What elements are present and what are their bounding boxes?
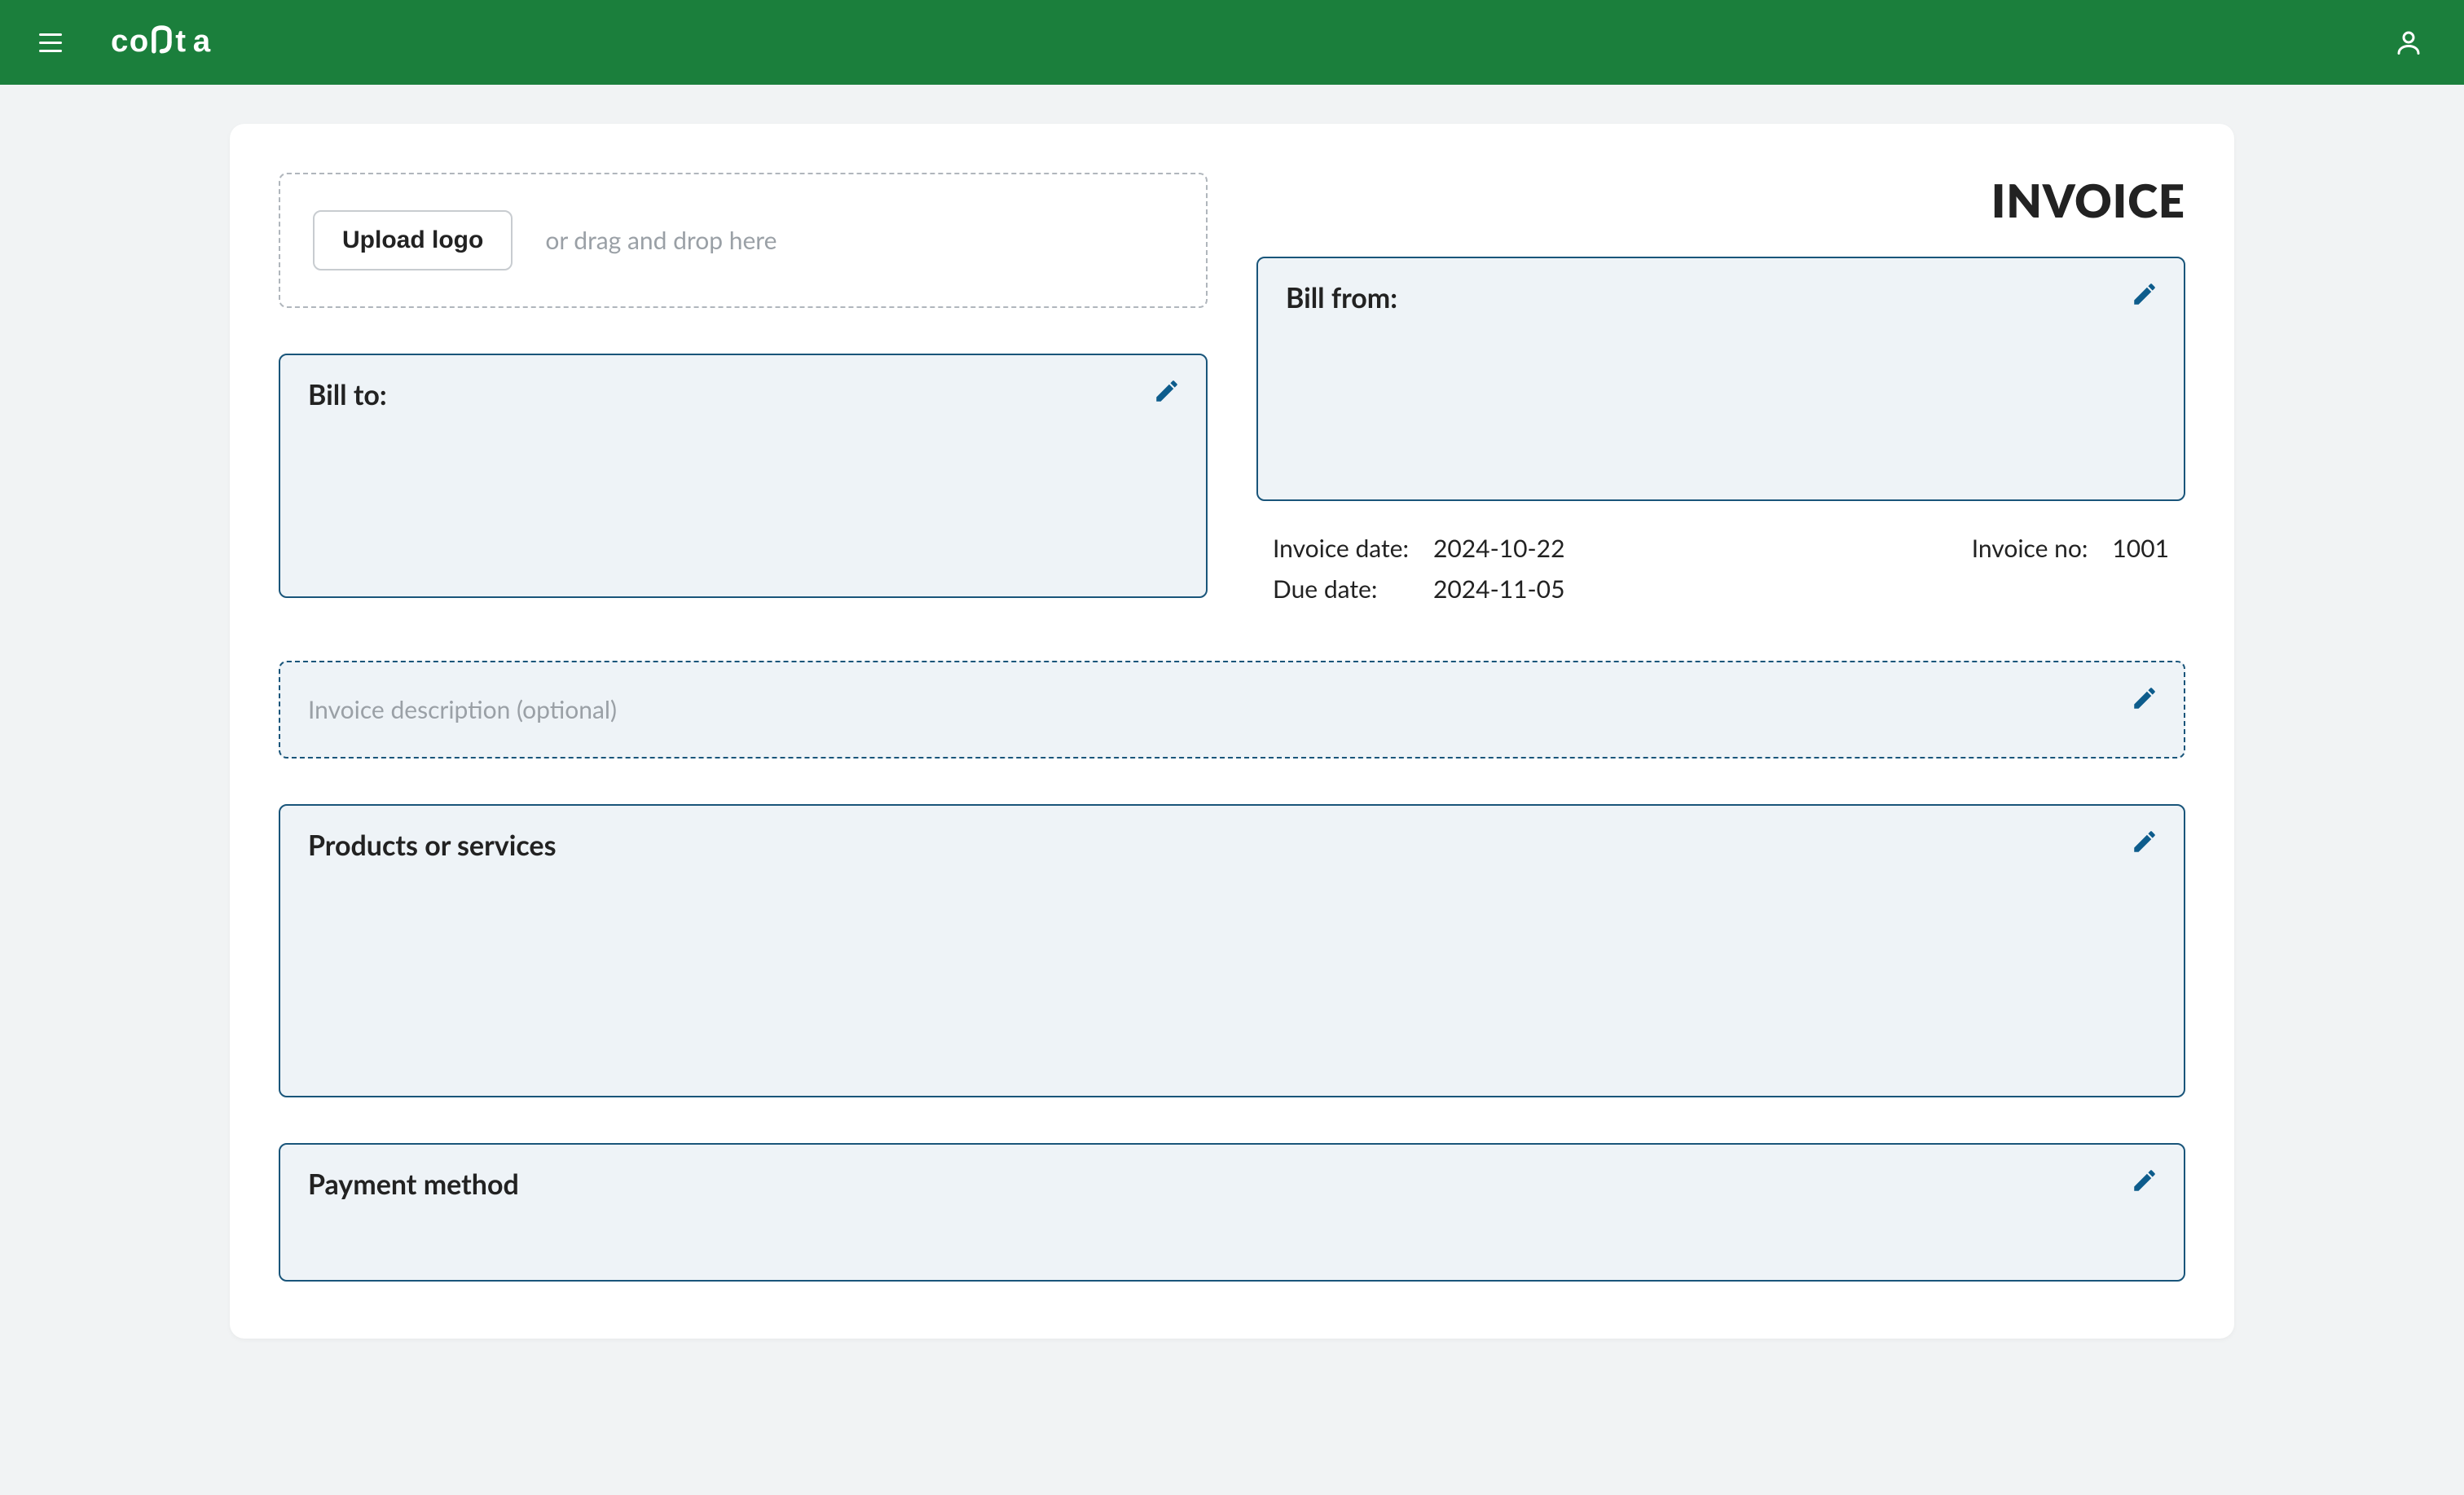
pencil-icon[interactable] <box>1151 375 1183 407</box>
due-date-label: Due date: <box>1273 574 1409 604</box>
pencil-icon[interactable] <box>2128 1164 2161 1197</box>
due-date-value: 2024-11-05 <box>1433 574 1565 604</box>
brand-logo: c o t a <box>111 23 257 62</box>
invoice-description-placeholder: Invoice description (optional) <box>308 695 617 724</box>
invoice-date-label: Invoice date: <box>1273 534 1409 563</box>
logo-upload-dropzone[interactable]: Upload logo or drag and drop here <box>279 173 1208 308</box>
upload-logo-button[interactable]: Upload logo <box>313 210 513 270</box>
bill-to-label: Bill to: <box>308 378 1178 411</box>
payment-method-panel[interactable]: Payment method <box>279 1143 2185 1282</box>
invoice-heading: INVOICE <box>1256 173 2185 227</box>
svg-text:t: t <box>175 24 186 59</box>
invoice-card: Upload logo or drag and drop here Bill t… <box>230 124 2234 1339</box>
invoice-meta: Invoice date: 2024-10-22 Due date: 2024-… <box>1256 534 2185 604</box>
brand-text: c <box>111 24 128 59</box>
user-icon[interactable] <box>2392 26 2425 59</box>
bill-from-panel[interactable]: Bill from: <box>1256 257 2185 501</box>
products-panel[interactable]: Products or services <box>279 804 2185 1097</box>
upload-hint-text: or drag and drop here <box>545 226 777 255</box>
payment-method-label: Payment method <box>308 1167 2156 1201</box>
svg-text:a: a <box>193 24 211 59</box>
invoice-no-label: Invoice no: <box>1972 534 2088 604</box>
pencil-icon[interactable] <box>2128 825 2161 858</box>
pencil-icon[interactable] <box>2128 278 2161 310</box>
svg-text:o: o <box>130 24 148 59</box>
bill-from-label: Bill from: <box>1286 281 2156 314</box>
bill-to-panel[interactable]: Bill to: <box>279 354 1208 598</box>
invoice-date-value: 2024-10-22 <box>1433 534 1565 563</box>
products-label: Products or services <box>308 829 2156 862</box>
topbar: c o t a <box>0 0 2464 85</box>
pencil-icon[interactable] <box>2128 682 2161 715</box>
topbar-left: c o t a <box>39 23 257 62</box>
menu-icon[interactable] <box>39 26 72 59</box>
invoice-no-value: 1001 <box>2112 534 2169 604</box>
invoice-description-panel[interactable]: Invoice description (optional) <box>279 661 2185 758</box>
